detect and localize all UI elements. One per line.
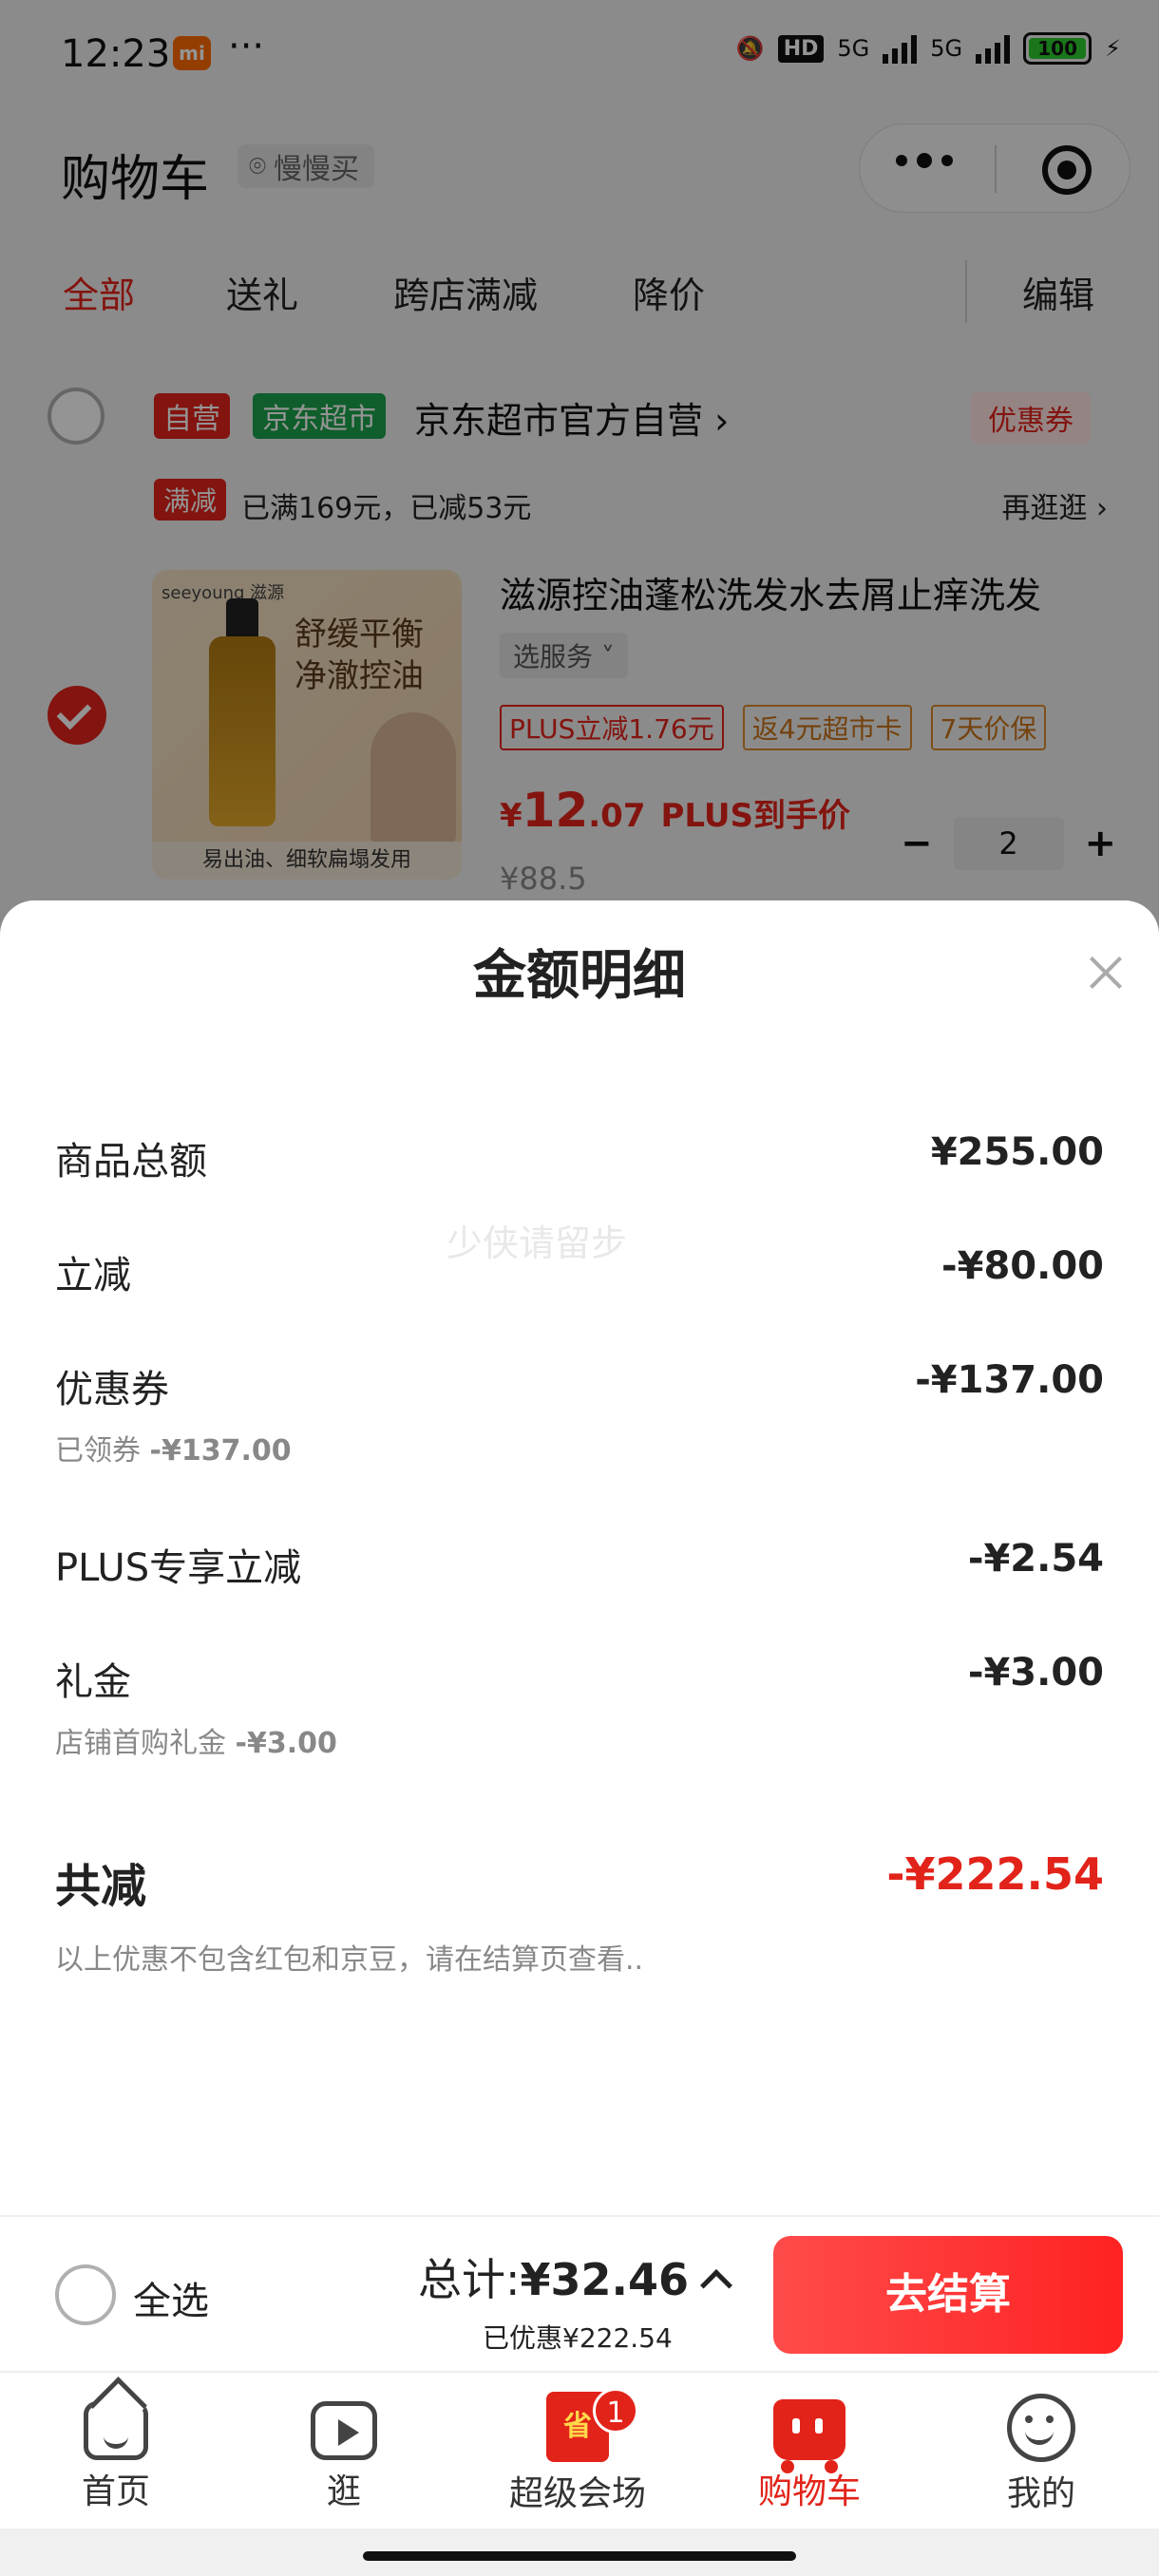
tab-browse[interactable]: 逛 <box>249 2388 439 2513</box>
sheet-title: 金额明细 <box>473 945 686 1007</box>
watermark-text: 少侠请留步 <box>446 1222 628 1264</box>
tab-profile[interactable]: 我的 <box>946 2388 1136 2515</box>
bottom-tab-bar: 首页 逛 省 超级会场 1 购物车 我的 <box>0 2371 1159 2529</box>
home-gesture-handle[interactable] <box>363 2551 796 2561</box>
checkout-bar: 全选 总计:¥32.46 已优惠¥222.54 去结算 <box>0 2215 1159 2371</box>
discount-note: 以上优惠不包含红包和京豆，请在结算页查看.. <box>55 1943 644 1977</box>
tab-browse-label: 逛 <box>326 2472 361 2511</box>
chevron-up-icon[interactable] <box>700 2269 732 2301</box>
tab-super-venue[interactable]: 省 超级会场 <box>483 2388 673 2515</box>
tab-home[interactable]: 首页 <box>21 2388 211 2513</box>
modal-overlay[interactable] <box>0 0 1159 912</box>
profile-icon <box>1007 2394 1075 2462</box>
coupon-detail: 已领券 -¥137.00 <box>55 1434 292 1468</box>
tab-super-venue-label: 超级会场 <box>508 2474 646 2513</box>
saved-amount: 已优惠¥222.54 <box>483 2322 673 2354</box>
tab-cart[interactable]: 购物车 <box>714 2388 904 2513</box>
home-icon <box>84 2401 148 2460</box>
play-icon <box>311 2401 377 2460</box>
total-amount: 总计:¥32.46 <box>418 2254 690 2305</box>
cart-page-background: 12:23 mi ··· 🔕 HD 5G 5G 100 ⚡ 购物车 ⌾ 慢慢买 … <box>0 0 1159 912</box>
cart-icon <box>773 2399 846 2473</box>
checkout-button[interactable]: 去结算 <box>773 2236 1123 2354</box>
tab-cart-label: 购物车 <box>757 2472 861 2511</box>
select-all-label[interactable]: 全选 <box>133 2270 209 2325</box>
select-all-radio[interactable] <box>55 2264 116 2325</box>
system-nav-bar <box>0 2529 1159 2576</box>
gift-money-detail: 店铺首购礼金 -¥3.00 <box>55 1727 337 1760</box>
tab-profile-label: 我的 <box>1006 2474 1075 2513</box>
tab-home-label: 首页 <box>81 2472 150 2511</box>
notification-badge: 1 <box>593 2388 638 2434</box>
close-icon[interactable] <box>1087 954 1125 992</box>
